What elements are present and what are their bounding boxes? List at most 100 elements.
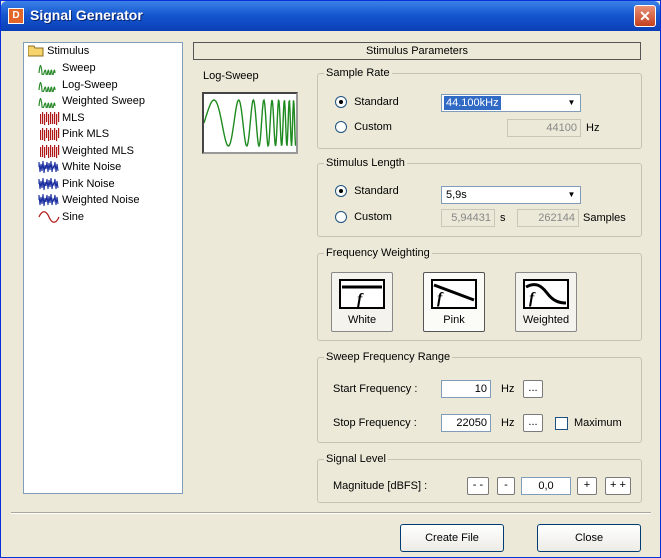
title-bar[interactable]: D Signal Generator ✕ [1,1,660,31]
magnitude-input[interactable]: 0,0 [521,477,571,495]
frequency-weighting-legend: Frequency Weighting [326,247,430,259]
length-standard-label: Standard [354,185,399,198]
stimulus-length-select[interactable]: 5,9s ▼ [441,186,581,204]
stimulus-tree[interactable]: Stimulus Sweep Log-Sweep Weighted Sweep MLS… [23,42,183,494]
white-weighting-icon: f [339,279,385,309]
chevron-down-icon: ▼ [564,96,579,110]
tree-item-label: Weighted Sweep [62,95,145,107]
magnitude-decrease-button[interactable]: - [497,477,515,495]
stop-frequency-label: Stop Frequency : [333,417,417,429]
length-selected-value: 5,9s [446,189,467,201]
tree-item[interactable]: Pink MLS [38,127,109,142]
start-frequency-browse-button[interactable]: ... [523,380,543,398]
pink-mls-icon [40,128,60,141]
folder-open-icon [28,45,44,57]
sample-rate-custom-label: Custom [354,121,392,134]
tree-item-label: Log-Sweep [62,78,118,91]
white-noise-icon [38,160,59,174]
length-standard-option[interactable]: Standard [335,185,399,198]
sample-rate-standard-radio[interactable] [335,96,347,109]
tree-item[interactable]: White Noise [38,160,121,175]
length-custom-option[interactable]: Custom [335,211,392,224]
sample-rate-standard-option[interactable]: Standard [335,96,399,109]
create-file-button[interactable]: Create File [400,524,504,552]
sample-rate-custom-option[interactable]: Custom [335,121,392,134]
tree-item-label: Weighted MLS [62,144,134,157]
tree-root-stimulus[interactable]: Stimulus [28,45,89,61]
tree-item[interactable]: Sine [38,210,84,225]
sample-rate-custom-radio[interactable] [335,121,347,134]
sample-rate-select[interactable]: 44.100kHz ▼ [441,94,581,112]
magnitude-increase-big-button[interactable]: + + [605,477,631,495]
sample-rate-standard-label: Standard [354,96,399,109]
waveform-preview [202,92,298,154]
sample-rate-legend: Sample Rate [326,67,390,79]
weighting-weighted-button[interactable]: f Weighted [515,272,577,332]
weighting-pink-button[interactable]: f Pink [423,272,485,332]
stimulus-parameters-header: Stimulus Parameters [193,42,641,60]
sweep-icon [38,64,56,75]
stimulus-length-legend: Stimulus Length [326,157,405,169]
close-button[interactable]: Close [537,524,641,552]
length-seconds-unit: s [500,212,506,224]
stop-frequency-input[interactable]: 22050 [441,414,491,432]
pink-noise-icon [38,177,59,190]
stimulus-name: Log-Sweep [203,70,259,82]
close-icon: ✕ [639,8,651,24]
start-frequency-unit: Hz [501,383,515,395]
tree-item-label: White Noise [62,161,122,173]
magnitude-decrease-big-button[interactable]: - - [467,477,489,495]
sweep-range-legend: Sweep Frequency Range [326,351,451,363]
maximum-checkbox[interactable] [555,417,568,430]
magnitude-increase-button[interactable]: + [577,477,597,495]
sample-rate-selected-value: 44.100kHz [444,96,501,110]
tree-item[interactable]: Pink Noise [38,177,115,192]
weighted-weighting-icon: f [523,279,569,309]
tree-item[interactable]: MLS [38,111,85,126]
tree-item[interactable]: Sweep [38,61,96,76]
app-icon: D [8,8,24,24]
magnitude-label: Magnitude [dBFS] : [333,480,428,492]
close-window-button[interactable]: ✕ [634,5,656,27]
tree-item-label: Sine [62,210,85,223]
length-seconds-input[interactable]: 5,94431 [441,209,495,227]
weighting-weighted-label: Weighted [522,314,570,326]
maximum-label: Maximum [574,417,622,429]
weighted-sweep-icon [38,97,56,108]
tree-item[interactable]: Weighted Sweep [38,94,145,109]
log-sweep-icon [38,81,56,92]
length-samples-unit: Samples [583,212,626,224]
chevron-down-icon: ▼ [564,188,579,202]
sample-rate-unit: Hz [586,122,600,134]
stop-frequency-unit: Hz [501,417,515,429]
length-samples-input[interactable]: 262144 [517,209,579,227]
log-sweep-waveform-icon [203,98,297,148]
tree-item-label: Pink MLS [62,128,110,140]
length-custom-radio[interactable] [335,211,347,224]
weighting-pink-label: Pink [443,314,465,326]
tree-item-label: Weighted Noise [62,194,140,206]
pink-weighting-icon: f [431,279,477,309]
start-frequency-label: Start Frequency : [333,383,418,395]
tree-item-label: Pink Noise [62,177,115,190]
stop-frequency-browse-button[interactable]: ... [523,414,543,432]
signal-generator-window: D Signal Generator ✕ Stimulus Sweep Log-S… [0,0,661,558]
window-title: Signal Generator [30,7,143,23]
sample-rate-custom-input[interactable]: 44100 [507,119,581,137]
sine-icon [38,210,60,223]
weighted-mls-icon [40,144,60,158]
tree-item-label: MLS [62,111,85,124]
signal-level-legend: Signal Level [326,453,386,465]
start-frequency-input[interactable]: 10 [441,380,491,398]
tree-item[interactable]: Weighted MLS [38,144,134,159]
tree-item[interactable]: Weighted Noise [38,193,139,208]
tree-root-label: Stimulus [47,45,90,58]
length-custom-label: Custom [354,211,392,224]
mls-icon [40,111,60,125]
tree-item-label: Sweep [62,62,96,74]
footer-divider [11,512,651,514]
weighting-white-label: White [347,314,377,326]
length-standard-radio[interactable] [335,185,347,198]
weighting-white-button[interactable]: f White [331,272,393,332]
tree-item[interactable]: Log-Sweep [38,78,118,93]
